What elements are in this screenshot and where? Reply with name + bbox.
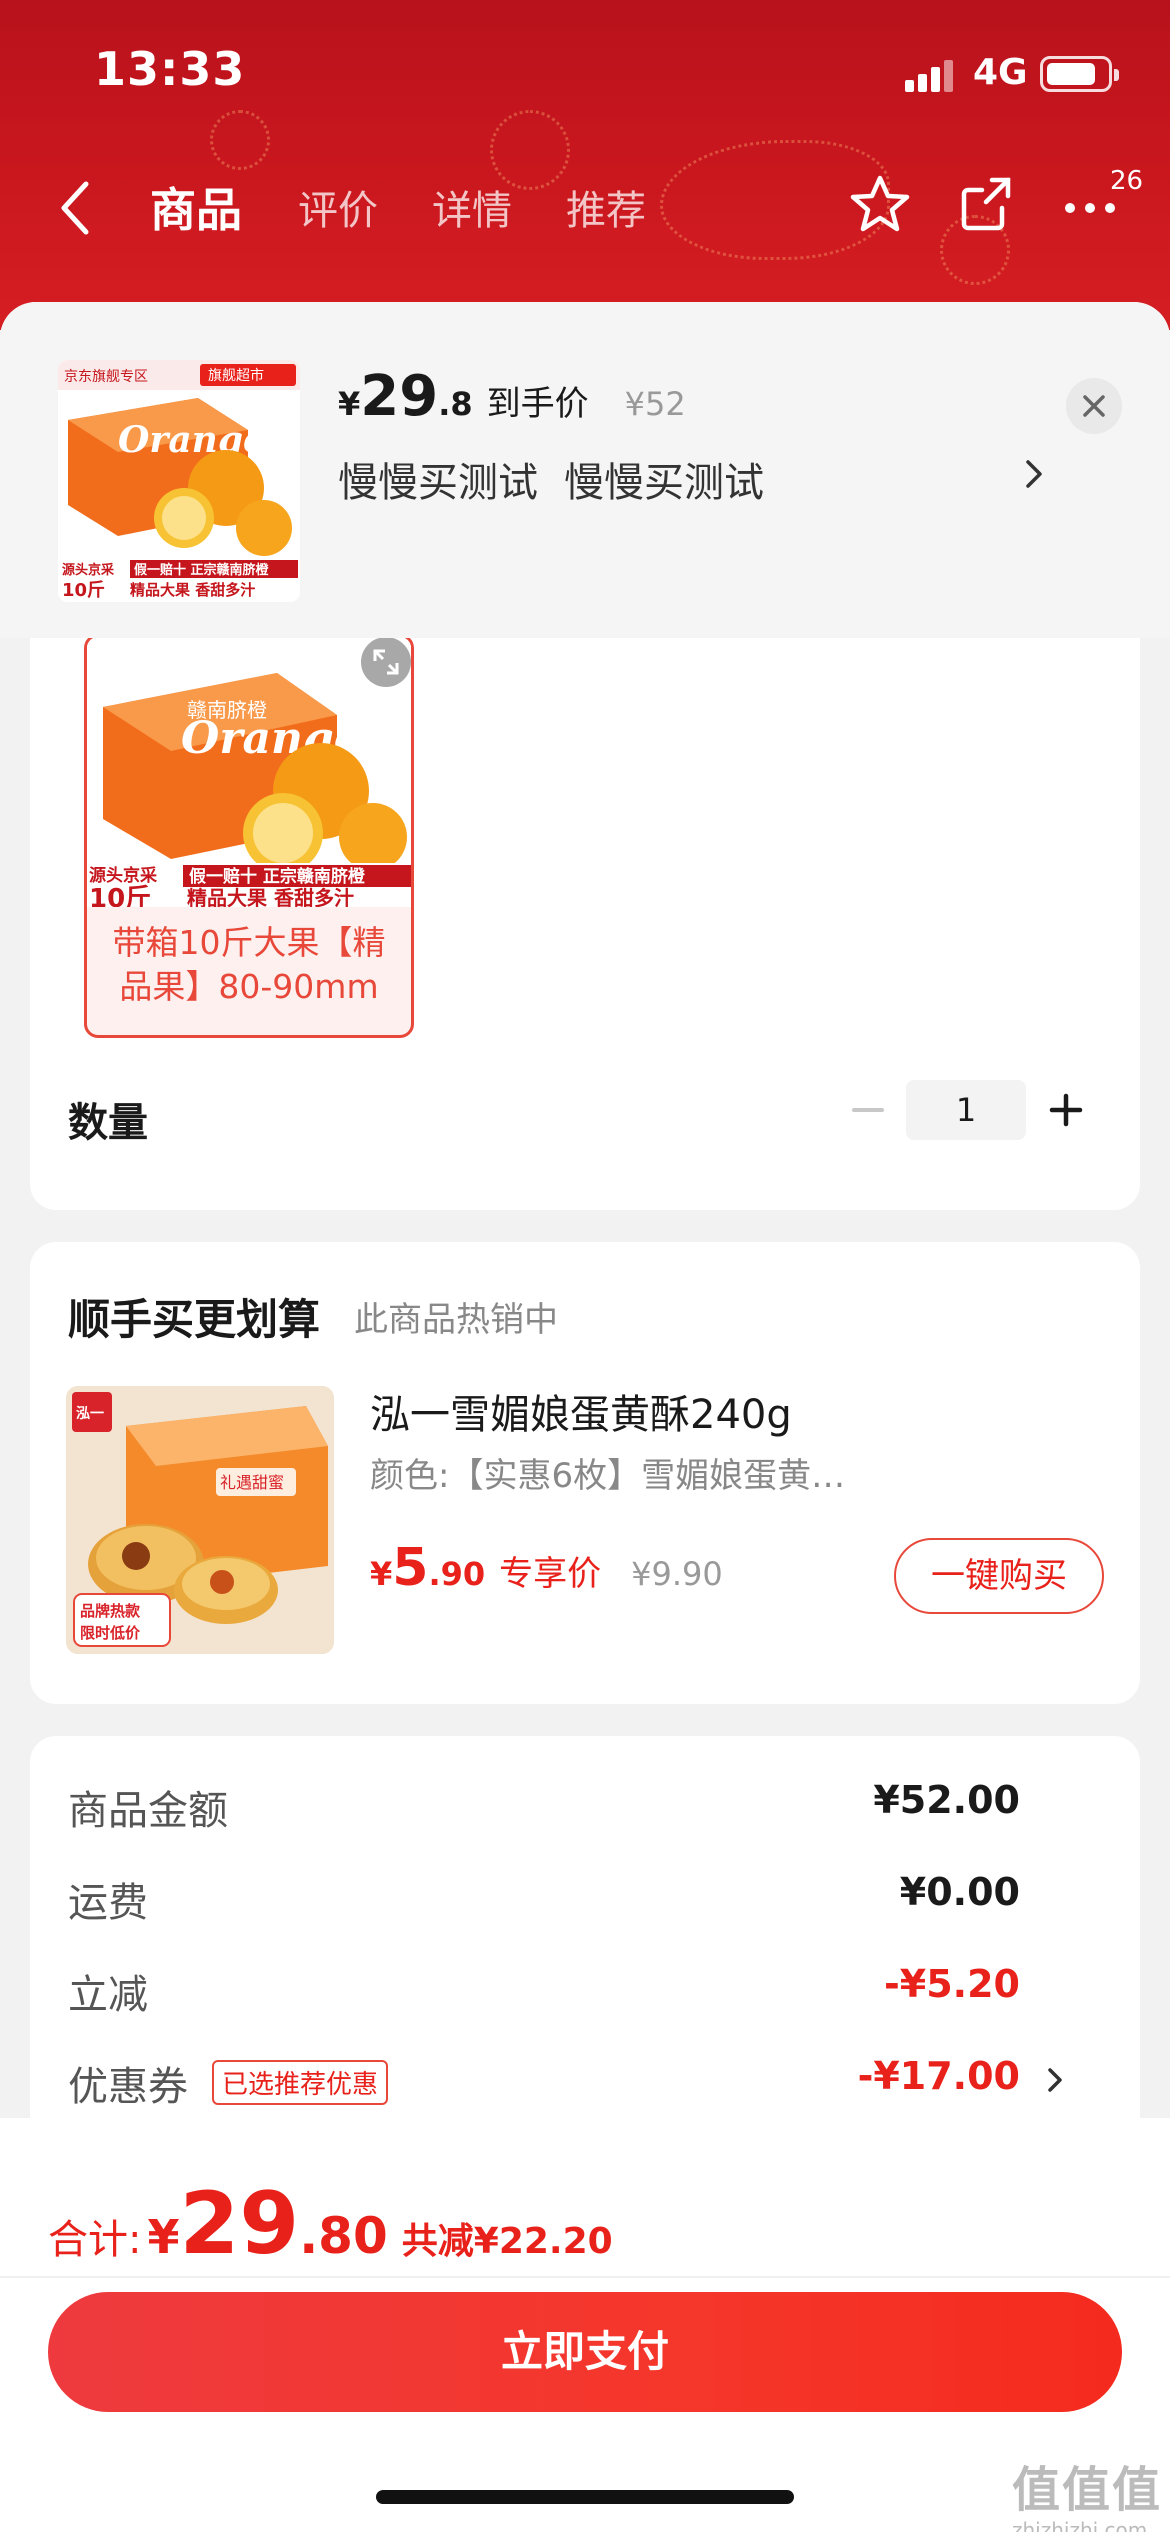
watermark-text: 值值值	[1012, 2462, 1163, 2518]
upsell-product-image[interactable]: 泓一 礼遇甜蜜 品牌热款 限时低价	[66, 1386, 334, 1654]
checkout-bar: 合计: ¥29.80 共减¥22.20 立即支付 值值值 zhizhizhi.com	[0, 2118, 1170, 2532]
signal-icon	[905, 60, 953, 92]
close-icon[interactable]	[1066, 378, 1122, 434]
coupon-tag: 已选推荐优惠	[212, 2060, 389, 2105]
fee-label: 立减	[68, 1972, 148, 2018]
price-label: 到手价	[486, 384, 589, 424]
fee-label: 优惠券	[68, 2064, 188, 2110]
thumb-source: 源头京采	[62, 562, 115, 578]
upsell-img-brand: 泓一	[76, 1406, 104, 1422]
selected-spec-a: 慢慢买测试	[338, 460, 538, 506]
sheet-header: 京东旗舰专区 旗舰超市 Orange 源头京采 假一赔十 正宗赣南脐橙 10斤 …	[0, 302, 1170, 638]
upsell-product-spec: 颜色:【实惠6枚】雪媚娘蛋黄…	[370, 1456, 846, 1496]
price-integer: 29	[360, 364, 439, 429]
thumb-weight: 10斤	[62, 580, 105, 601]
fee-value: -¥5.20	[884, 1962, 1020, 2006]
tab-reviews[interactable]: 评价	[298, 178, 378, 236]
selected-spec[interactable]: 慢慢买测试 慢慢买测试	[338, 450, 764, 508]
currency-symbol: ¥	[338, 385, 361, 423]
spec-option-selected[interactable]: 赣南脐橙 Orange 源头京采 假一赔十 正宗赣南脐橙 10斤 精品大果 香甜…	[84, 634, 414, 1038]
upsell-price-integer: 5	[392, 1538, 429, 1598]
status-time: 13:33	[94, 42, 246, 96]
order-total: 合计: ¥29.80 共减¥22.20	[48, 2174, 613, 2274]
spec-img-source: 源头京采	[89, 865, 157, 886]
upsell-price-label: 专享价	[499, 1554, 602, 1594]
quantity-label: 数量	[68, 1100, 148, 1146]
fee-summary-card: 商品金额 ¥52.00 运费 ¥0.00 立减 -¥5.20 优惠券 已选推荐优…	[30, 1736, 1140, 2156]
upsell-currency: ¥	[370, 1555, 393, 1593]
price-decimal: .8	[438, 385, 473, 423]
spec-img-line2: 精品大果 香甜多汁	[187, 886, 354, 907]
upsell-img-tag2: 限时低价	[80, 1624, 141, 1642]
upsell-img-title: 礼遇甜蜜	[220, 1473, 284, 1492]
selected-spec-b: 慢慢买测试	[564, 460, 764, 506]
chevron-right-icon[interactable]	[1020, 452, 1048, 496]
upsell-price-decimal: .90	[428, 1555, 486, 1593]
thumb-line1: 假一赔十 正宗赣南脐橙	[134, 562, 270, 578]
upsell-card: 顺手买更划算 此商品热销中 泓一 礼遇甜蜜 品牌热款 限时低价 泓一雪媚娘蛋黄酥…	[30, 1242, 1140, 1704]
watermark: 值值值 zhizhizhi.com	[1012, 2450, 1162, 2532]
total-currency: ¥	[147, 2210, 180, 2264]
quantity-input[interactable]: 1	[906, 1080, 1026, 1140]
fee-row-shipping: 运费 ¥0.00	[68, 1870, 1108, 1930]
tab-details[interactable]: 详情	[432, 178, 512, 236]
thumb-line2: 精品大果 香甜多汁	[130, 581, 255, 599]
fee-label: 运费	[68, 1880, 148, 1926]
favorite-star-icon[interactable]	[848, 172, 912, 236]
total-saving: 共减¥22.20	[401, 2221, 613, 2262]
fee-row-discount: 立减 -¥5.20	[68, 1962, 1108, 2022]
upsell-subtitle: 此商品热销中	[354, 1300, 558, 1340]
upsell-img-tag1: 品牌热款	[80, 1602, 141, 1620]
fee-value: ¥52.00	[873, 1778, 1020, 1822]
spec-option-label: 带箱10斤大果【精品果】80-90mm	[112, 923, 386, 1006]
original-price: ¥52	[624, 385, 686, 423]
tab-recommend[interactable]: 推荐	[566, 178, 646, 236]
fee-label: 商品金额	[68, 1788, 228, 1834]
total-label: 合计:	[48, 2217, 142, 2263]
upsell-original-price: ¥9.90	[631, 1555, 723, 1593]
watermark-url: zhizhizhi.com	[1012, 2518, 1148, 2532]
thumb-badge-left: 京东旗舰专区	[64, 369, 148, 385]
home-indicator[interactable]	[376, 2490, 794, 2504]
battery-icon	[1040, 56, 1119, 92]
back-icon[interactable]	[56, 178, 98, 238]
quantity-minus-button[interactable]	[848, 1090, 888, 1130]
upsell-price: ¥5.90 专享价 ¥9.90	[370, 1538, 723, 1598]
total-decimal: .80	[299, 2207, 388, 2265]
spec-img-line1: 假一赔十 正宗赣南脐橙	[189, 866, 366, 887]
header-bar: 13:33 4G 商品 评价 详情 推荐 26	[0, 0, 1170, 330]
sheet-price: ¥29.8 到手价 ¥52	[338, 364, 686, 429]
fee-row-subtotal: 商品金额 ¥52.00	[68, 1778, 1108, 1838]
total-integer: 29	[179, 2174, 300, 2274]
pay-now-button[interactable]: 立即支付	[48, 2292, 1122, 2412]
checkout-screen: { "status": { "time": "13:33", "network"…	[0, 0, 1170, 2532]
tab-product[interactable]: 商品	[150, 174, 242, 240]
chevron-right-icon[interactable]	[1044, 2062, 1066, 2098]
decoration	[210, 110, 270, 170]
share-icon[interactable]	[956, 172, 1020, 236]
divider	[0, 2276, 1170, 2278]
fee-row-coupon[interactable]: 优惠券 已选推荐优惠 -¥17.00	[68, 2054, 1108, 2114]
spec-option-image: 赣南脐橙 Orange 源头京采 假一赔十 正宗赣南脐橙 10斤 精品大果 香甜…	[87, 637, 411, 914]
one-click-buy-button[interactable]: 一键购买	[894, 1538, 1104, 1614]
spec-img-weight: 10斤	[89, 884, 151, 907]
network-type: 4G	[973, 52, 1028, 93]
thumb-badge-right: 旗舰超市	[208, 367, 264, 384]
upsell-title: 顺手买更划算	[68, 1295, 321, 1344]
message-badge: 26	[1110, 166, 1144, 196]
product-thumbnail: 京东旗舰专区 旗舰超市 Orange 源头京采 假一赔十 正宗赣南脐橙 10斤 …	[58, 360, 300, 602]
quantity-plus-button[interactable]	[1046, 1090, 1086, 1130]
fee-value: ¥0.00	[899, 1870, 1020, 1914]
zoom-icon[interactable]	[361, 637, 411, 687]
upsell-product-name[interactable]: 泓一雪媚娘蛋黄酥240g	[370, 1382, 792, 1440]
fee-value: -¥17.00	[857, 2054, 1020, 2098]
